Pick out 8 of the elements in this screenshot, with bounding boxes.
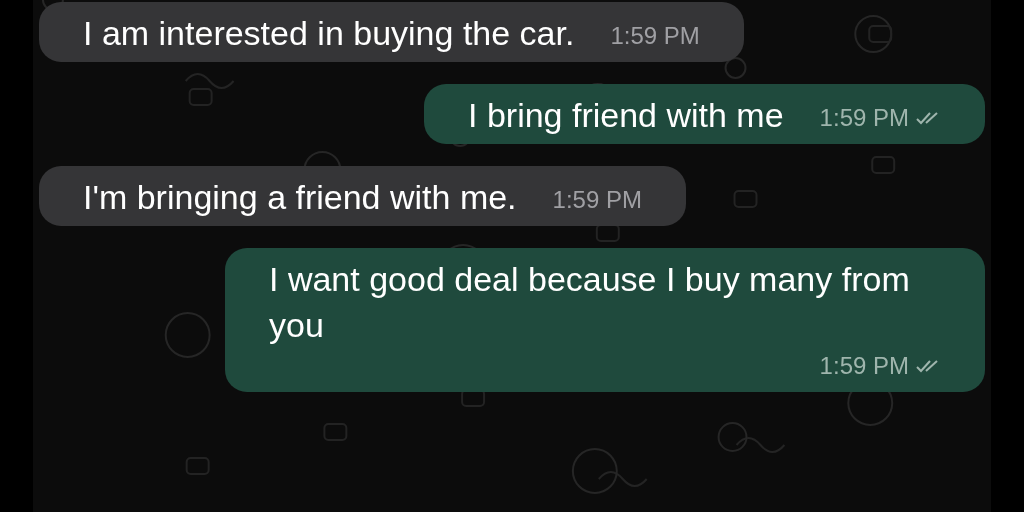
message-time: 1:59 PM: [552, 185, 642, 215]
message-time: 1:59 PM: [819, 351, 909, 381]
message-text: I am interested in buying the car.: [83, 13, 575, 54]
message-text: I want good deal because I buy many from you: [269, 259, 911, 346]
message-time: 1:59 PM: [819, 103, 909, 133]
message-text: I'm bringing a friend with me.: [83, 177, 517, 218]
message-time: 1:59 PM: [610, 21, 700, 51]
message-text: I bring friend with me: [468, 95, 784, 136]
